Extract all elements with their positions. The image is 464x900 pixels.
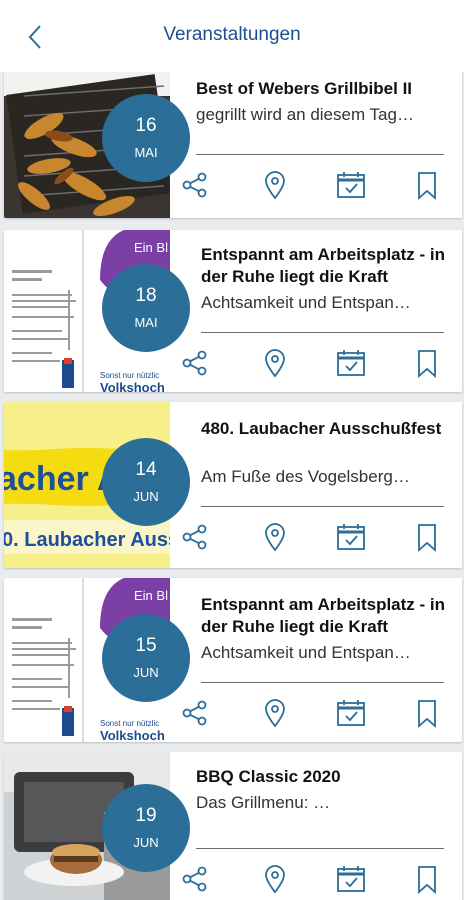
date-month: MAI	[134, 145, 158, 160]
date-badge: 16 MAI	[102, 94, 190, 182]
date-month: JUN	[133, 835, 159, 850]
card-divider	[201, 682, 444, 683]
map-pin-icon	[265, 349, 285, 378]
location-button[interactable]	[260, 698, 290, 728]
date-badge: 19 JUN	[102, 784, 190, 872]
bookmark-icon	[418, 350, 436, 378]
bookmark-icon	[418, 524, 436, 552]
calendar-check-icon	[337, 172, 365, 198]
share-icon	[182, 700, 207, 726]
page-title: Veranstaltungen	[163, 24, 301, 45]
event-title: Best of Webers Grillbibel II	[196, 79, 413, 98]
svg-text:Volkshoch: Volkshoch	[100, 728, 165, 742]
event-title: Entspannt am Arbeitsplatz - in der Ruhe …	[201, 595, 446, 636]
event-title: Entspannt am Arbeitsplatz - in der Ruhe …	[201, 245, 446, 286]
event-subtitle: Am Fuße des Vogelsberg…	[201, 467, 410, 486]
share-icon	[182, 350, 207, 376]
location-button[interactable]	[260, 864, 290, 894]
date-day: 18	[135, 285, 157, 306]
add-to-calendar-button[interactable]	[336, 864, 366, 894]
svg-text:Sonst nur nützlic: Sonst nur nützlic	[100, 371, 159, 380]
calendar-check-icon	[337, 350, 365, 376]
share-button[interactable]	[180, 698, 210, 728]
add-to-calendar-button[interactable]	[336, 348, 366, 378]
event-card[interactable]: 16 MAI Best of Webers Grillbibel II gegr…	[4, 72, 462, 218]
date-day: 19	[135, 805, 157, 826]
svg-text:Sonst nur nützlic: Sonst nur nützlic	[100, 719, 159, 728]
date-month: JUN	[133, 489, 159, 504]
map-pin-icon	[265, 865, 285, 894]
date-badge: 14 JUN	[102, 438, 190, 526]
card-actions	[180, 348, 438, 378]
share-button[interactable]	[180, 864, 210, 894]
card-divider	[201, 506, 444, 507]
event-subtitle: Achtsamkeit und Entspan…	[201, 293, 411, 312]
event-title: 480. Laubacher Ausschußfest	[201, 419, 442, 438]
calendar-check-icon	[337, 524, 365, 550]
add-to-calendar-button[interactable]	[336, 522, 366, 552]
share-icon	[182, 524, 207, 550]
date-day: 15	[135, 635, 157, 656]
event-subtitle: Achtsamkeit und Entspan…	[201, 643, 411, 662]
calendar-check-icon	[337, 866, 365, 892]
share-icon	[182, 866, 207, 892]
share-button[interactable]	[180, 170, 210, 200]
date-badge: 18 MAI	[102, 264, 190, 352]
date-badge: 15 JUN	[102, 614, 190, 702]
bookmark-icon	[418, 172, 436, 200]
calendar-check-icon	[337, 700, 365, 726]
bookmark-button[interactable]	[412, 864, 442, 894]
event-card[interactable]: acher Aussch 0. Laubacher Aussch 14 JUN …	[4, 402, 462, 568]
bookmark-icon	[418, 700, 436, 728]
svg-text:Volkshoch: Volkshoch	[100, 380, 165, 392]
date-day: 14	[135, 459, 157, 480]
event-card[interactable]: Ein Bl Sonst nur nützlic Volkshoch 15 JUN …	[4, 578, 462, 742]
date-month: MAI	[134, 315, 158, 330]
bookmark-button[interactable]	[412, 170, 442, 200]
location-button[interactable]	[260, 170, 290, 200]
date-day: 16	[135, 115, 157, 136]
card-actions	[180, 864, 438, 894]
event-subtitle: Das Grillmenu: …	[196, 793, 331, 812]
event-list[interactable]: 16 MAI Best of Webers Grillbibel II gegr…	[0, 72, 464, 900]
card-actions	[180, 522, 438, 552]
share-button[interactable]	[180, 522, 210, 552]
bookmark-icon	[418, 866, 436, 894]
map-pin-icon	[265, 523, 285, 552]
location-button[interactable]	[260, 348, 290, 378]
date-month: JUN	[133, 665, 159, 680]
card-divider	[201, 332, 444, 333]
bookmark-button[interactable]	[412, 348, 442, 378]
svg-text:Ein Bl: Ein Bl	[134, 240, 168, 255]
bookmark-button[interactable]	[412, 522, 442, 552]
add-to-calendar-button[interactable]	[336, 698, 366, 728]
card-divider	[196, 848, 444, 849]
map-pin-icon	[265, 699, 285, 728]
event-title: BBQ Classic 2020	[196, 767, 341, 786]
event-subtitle: gegrillt wird an diesem Tag…	[196, 105, 414, 124]
location-button[interactable]	[260, 522, 290, 552]
event-card[interactable]: 19 JUN BBQ Classic 2020 Das Grillmenu: …	[4, 752, 462, 900]
card-actions	[180, 698, 438, 728]
svg-text:Ein Bl: Ein Bl	[134, 588, 168, 603]
map-pin-icon	[265, 171, 285, 200]
card-actions	[180, 170, 438, 200]
add-to-calendar-button[interactable]	[336, 170, 366, 200]
share-button[interactable]	[180, 348, 210, 378]
event-card[interactable]: Ein Bl Sonst nur nützlic Volkshoch 18 MAI …	[4, 230, 462, 392]
app-header: Veranstaltungen	[0, 0, 464, 72]
svg-text:0. Laubacher Aussch: 0. Laubacher Aussch	[4, 529, 170, 551]
share-icon	[182, 172, 207, 198]
bookmark-button[interactable]	[412, 698, 442, 728]
card-divider	[196, 154, 444, 155]
